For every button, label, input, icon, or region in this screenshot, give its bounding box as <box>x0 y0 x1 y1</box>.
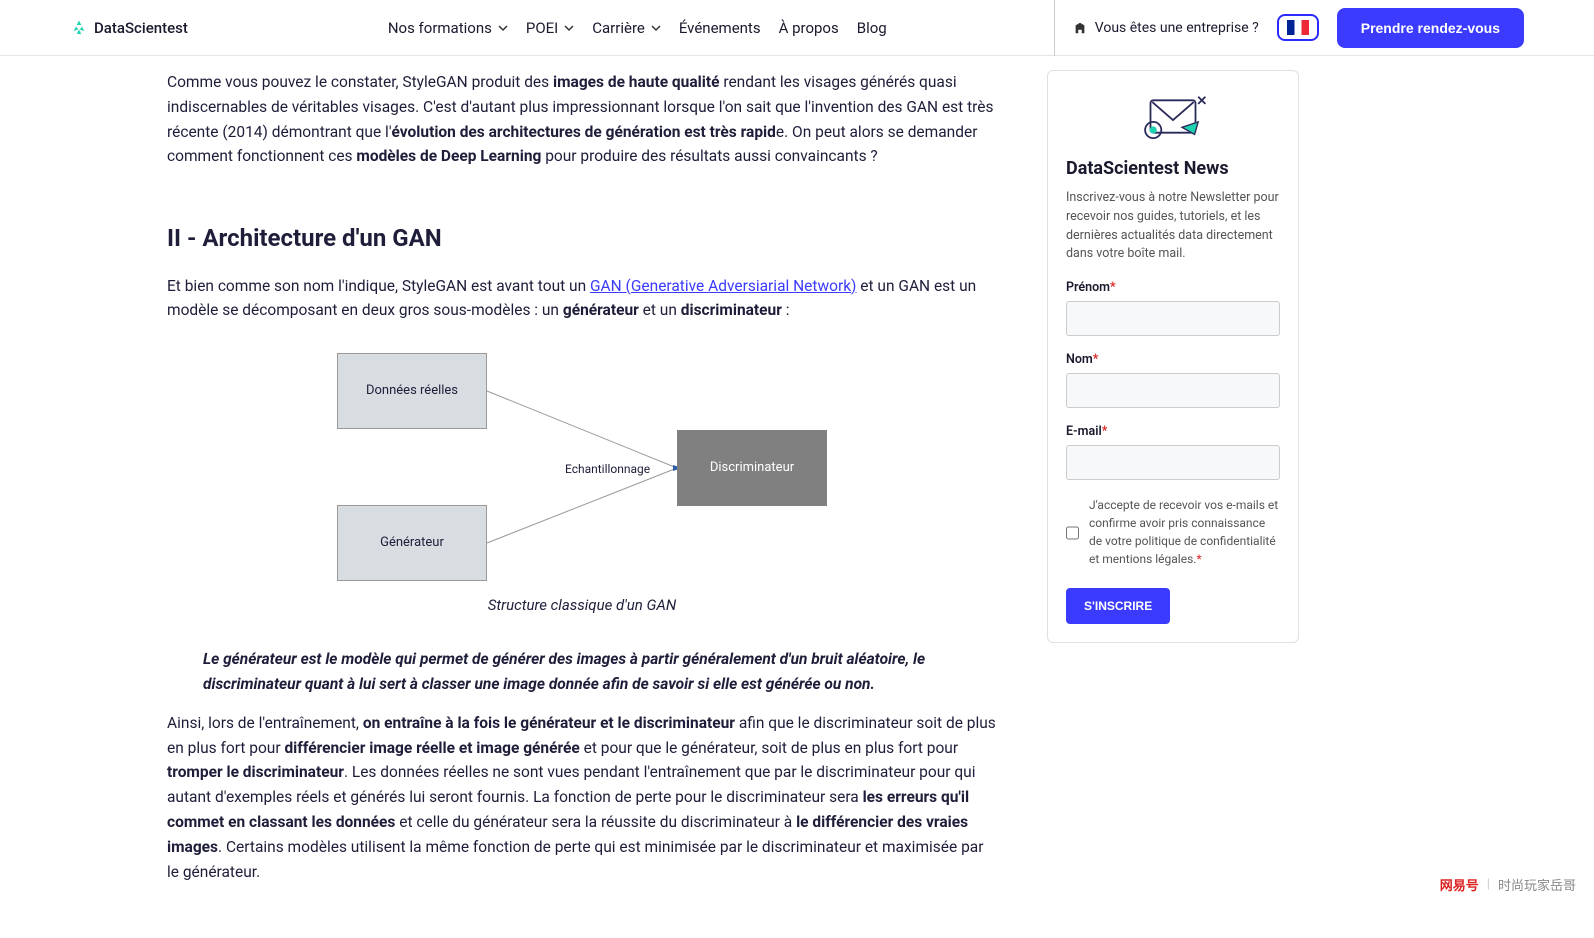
newsletter-card: DataScientest News Inscrivez-vous à notr… <box>1047 70 1299 643</box>
header: DataScientest Nos formations POEI Carriè… <box>0 0 1594 56</box>
gan-link[interactable]: GAN (Generative Adversiarial Network) <box>590 277 856 295</box>
section-heading: II - Architecture d'un GAN <box>167 219 997 257</box>
chevron-down-icon <box>498 23 508 33</box>
nom-input[interactable] <box>1066 373 1280 408</box>
diagram-box-generator: Générateur <box>337 505 487 581</box>
diagram-box-discriminator: Discriminateur <box>677 430 827 506</box>
paragraph: Et bien comme son nom l'indique, StyleGA… <box>167 274 997 324</box>
gan-diagram: Données réelles Générateur Echantillonna… <box>337 353 827 583</box>
enterprise-link[interactable]: Vous êtes une entreprise ? <box>1054 0 1259 56</box>
watermark: 网易号 | 时尚玩家岳哥 <box>1440 875 1576 894</box>
logo-text: DataScientest <box>94 19 188 37</box>
paragraph: Comme vous pouvez le constater, StyleGAN… <box>167 70 997 169</box>
prenom-input[interactable] <box>1066 301 1280 336</box>
nav-apropos[interactable]: À propos <box>779 19 839 37</box>
nav-carriere[interactable]: Carrière <box>592 19 661 37</box>
diagram-label-sampling: Echantillonnage <box>565 460 650 479</box>
article-content: Comme vous pouvez le constater, StyleGAN… <box>167 70 997 898</box>
consent-checkbox[interactable] <box>1066 498 1079 568</box>
subscribe-button[interactable]: S'INSCRIRE <box>1066 588 1170 624</box>
diagram-box-data: Données réelles <box>337 353 487 429</box>
building-icon <box>1073 21 1087 35</box>
cta-button[interactable]: Prendre rendez-vous <box>1337 8 1524 48</box>
sidebar: DataScientest News Inscrivez-vous à notr… <box>1047 70 1299 898</box>
nav-blog[interactable]: Blog <box>857 19 887 37</box>
main-nav: Nos formations POEI Carrière Événements … <box>388 19 887 37</box>
language-selector[interactable] <box>1277 14 1319 41</box>
paragraph: Ainsi, lors de l'entraînement, on entraî… <box>167 711 997 885</box>
email-input[interactable] <box>1066 445 1280 480</box>
email-label: E-mail* <box>1066 424 1280 439</box>
newsletter-icon <box>1128 89 1218 144</box>
chevron-down-icon <box>651 23 661 33</box>
newsletter-title: DataScientest News <box>1066 158 1280 179</box>
nav-evenements[interactable]: Événements <box>679 19 761 37</box>
newsletter-desc: Inscrivez-vous à notre Newsletter pour r… <box>1066 189 1280 264</box>
diagram-caption: Structure classique d'un GAN <box>167 593 997 617</box>
consent-text: J'accepte de recevoir vos e-mails et con… <box>1089 496 1280 568</box>
header-right: Vous êtes une entreprise ? Prendre rende… <box>1054 0 1524 56</box>
logo[interactable]: DataScientest <box>70 19 188 37</box>
logo-icon <box>70 19 88 37</box>
nav-formations[interactable]: Nos formations <box>388 19 508 37</box>
prenom-label: Prénom* <box>1066 280 1280 295</box>
nom-label: Nom* <box>1066 352 1280 367</box>
blockquote: Le générateur est le modèle qui permet d… <box>167 647 997 697</box>
flag-fr-icon <box>1287 20 1309 35</box>
chevron-down-icon <box>564 23 574 33</box>
nav-poei[interactable]: POEI <box>526 19 574 37</box>
